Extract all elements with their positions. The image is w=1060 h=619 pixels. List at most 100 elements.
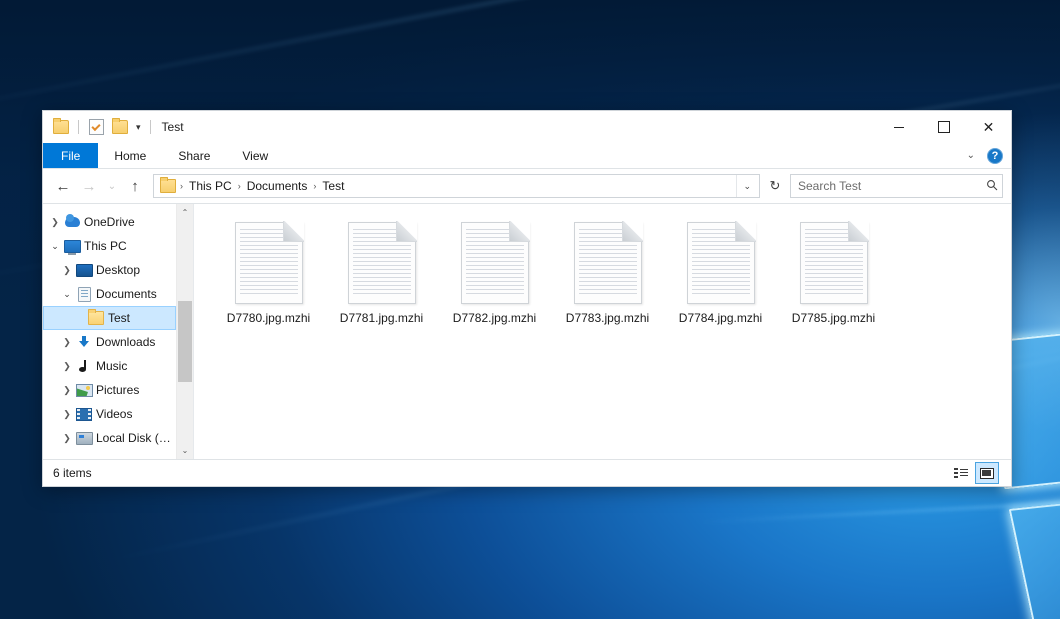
folder-tree: ❯ OneDrive ⌄ This PC ❯ Desktop [43,204,176,459]
twisty-collapsed-icon[interactable]: ❯ [47,217,63,228]
sidebar-item-this-pc[interactable]: ⌄ This PC [43,234,176,258]
refresh-button[interactable]: ↻ [764,175,786,197]
file-item[interactable]: D7784.jpg.mzhi [664,218,777,333]
sidebar-item-label: Pictures [96,383,139,397]
window-controls: ✕ [876,111,1011,143]
folder-icon[interactable] [51,117,71,137]
navigation-pane: ❯ OneDrive ⌄ This PC ❯ Desktop [43,204,194,459]
new-folder-icon[interactable] [110,117,130,137]
generic-document-icon [235,222,303,304]
address-dropdown-icon[interactable]: ⌄ [736,175,757,197]
sidebar-item-label: Test [108,311,130,325]
search-box[interactable]: Search Test [790,174,1003,198]
properties-icon[interactable] [86,117,106,137]
breadcrumb-documents[interactable]: Documents [242,178,313,194]
drive-icon [75,432,93,445]
file-name: D7782.jpg.mzhi [450,310,539,327]
sidebar-item-music[interactable]: ❯ Music [43,354,176,378]
details-view-button[interactable] [949,462,973,484]
back-button[interactable]: ← [51,174,75,198]
item-count: 6 items [53,466,92,480]
documents-icon [75,287,93,302]
twisty-collapsed-icon[interactable]: ❯ [59,265,75,276]
twisty-collapsed-icon[interactable]: ❯ [59,409,75,420]
scrollbar-track[interactable] [177,221,193,442]
file-item[interactable]: D7783.jpg.mzhi [551,218,664,333]
view-buttons [949,462,1007,484]
folder-icon [87,311,105,325]
desktop: ▾ Test ✕ File Home Share View ⌄ ? ← → [0,0,1060,619]
sidebar-item-pictures[interactable]: ❯ Pictures [43,378,176,402]
videos-icon [75,408,93,421]
sidebar-item-label: Music [96,359,127,373]
file-name: D7784.jpg.mzhi [676,310,765,327]
twisty-collapsed-icon[interactable]: ❯ [59,433,75,444]
file-name: D7781.jpg.mzhi [337,310,426,327]
status-bar: 6 items [43,459,1011,486]
scroll-down-icon[interactable]: ⌄ [177,442,193,459]
file-item[interactable]: D7781.jpg.mzhi [325,218,438,333]
twisty-expanded-icon[interactable]: ⌄ [59,289,75,300]
sidebar-scrollbar[interactable]: ⌃ ⌄ [176,204,193,459]
generic-document-icon [574,222,642,304]
pictures-icon [75,384,93,397]
downloads-icon [75,335,93,349]
file-list-pane[interactable]: D7780.jpg.mzhi D7781.jpg.mzhi [194,204,1011,459]
desktop-icon [75,264,93,277]
file-item[interactable]: D7782.jpg.mzhi [438,218,551,333]
tab-share[interactable]: Share [162,143,226,168]
quick-access-toolbar: ▾ [43,111,154,143]
file-item[interactable]: D7780.jpg.mzhi [212,218,325,333]
sidebar-item-label: OneDrive [84,215,135,229]
generic-document-icon [461,222,529,304]
file-name: D7783.jpg.mzhi [563,310,652,327]
sidebar-item-documents[interactable]: ⌄ Documents [43,282,176,306]
close-button[interactable]: ✕ [966,111,1011,143]
twisty-collapsed-icon[interactable]: ❯ [59,337,75,348]
toolbar-divider [150,120,151,134]
music-icon [75,359,93,373]
sidebar-item-label: Desktop [96,263,140,277]
maximize-button[interactable] [921,111,966,143]
recent-locations-button[interactable]: ⌄ [103,174,121,198]
twisty-collapsed-icon[interactable]: ❯ [59,385,75,396]
window-title: Test [162,120,184,134]
chevron-down-icon[interactable]: ⌄ [961,150,981,161]
tab-view[interactable]: View [226,143,284,168]
large-icons-view-button[interactable] [975,462,999,484]
sidebar-item-label: Documents [96,287,157,301]
sidebar-item-desktop[interactable]: ❯ Desktop [43,258,176,282]
tab-file[interactable]: File [43,143,98,168]
sidebar-item-videos[interactable]: ❯ Videos [43,402,176,426]
address-bar-row: ← → ⌄ ↑ › This PC › Documents › Test ⌄ ↻… [43,169,1011,203]
file-name: D7785.jpg.mzhi [789,310,878,327]
sidebar-item-label: Downloads [96,335,155,349]
scrollbar-thumb[interactable] [178,301,192,383]
file-name: D7780.jpg.mzhi [224,310,313,327]
file-item[interactable]: D7785.jpg.mzhi [777,218,890,333]
twisty-collapsed-icon[interactable]: ❯ [59,361,75,372]
tab-home[interactable]: Home [98,143,162,168]
minimize-button[interactable] [876,111,921,143]
chevron-down-icon[interactable]: ▾ [134,123,143,132]
forward-button[interactable]: → [77,174,101,198]
ribbon-tabs: File Home Share View ⌄ ? [43,143,1011,169]
explorer-body: ❯ OneDrive ⌄ This PC ❯ Desktop [43,203,1011,459]
scroll-up-icon[interactable]: ⌃ [177,204,193,221]
breadcrumb-test[interactable]: Test [317,178,349,194]
sidebar-item-local-disk-c[interactable]: ❯ Local Disk (C:) [43,426,176,450]
address-bar[interactable]: › This PC › Documents › Test ⌄ [153,174,760,198]
up-button[interactable]: ↑ [123,174,147,198]
help-icon[interactable]: ? [987,148,1003,164]
file-grid: D7780.jpg.mzhi D7781.jpg.mzhi [212,218,1011,333]
breadcrumb-this-pc[interactable]: This PC [184,178,237,194]
generic-document-icon [687,222,755,304]
sidebar-item-test[interactable]: Test [43,306,176,330]
search-input[interactable]: Search Test [798,179,986,193]
search-icon [986,179,998,194]
this-pc-icon [63,240,81,253]
sidebar-item-onedrive[interactable]: ❯ OneDrive [43,210,176,234]
generic-document-icon [348,222,416,304]
sidebar-item-downloads[interactable]: ❯ Downloads [43,330,176,354]
twisty-expanded-icon[interactable]: ⌄ [47,241,63,252]
